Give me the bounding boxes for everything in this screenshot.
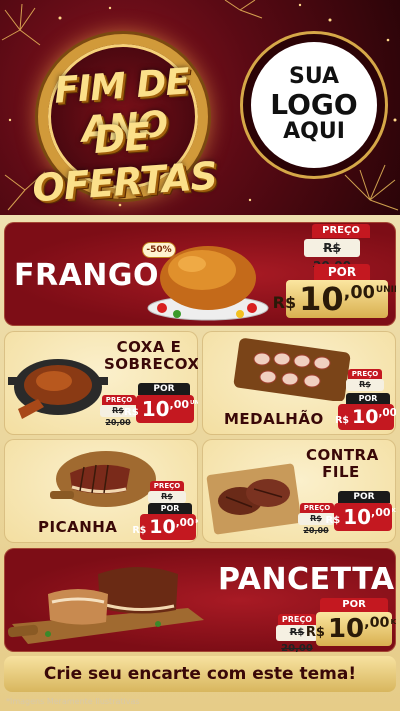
product-name-line-2: SOBRECOXA xyxy=(104,355,198,374)
title-line-2: DE OFERTAS xyxy=(30,114,219,211)
label-por: POR xyxy=(138,383,190,395)
disclaimer-text: *Imagens Meramente Ilustrativas xyxy=(6,697,140,706)
price-integer: 10 xyxy=(141,397,170,421)
price-cents: ,00 xyxy=(343,283,375,303)
price-tag-coxa: POR PREÇO R$ 20,00 R$ 10 ,00 UNID xyxy=(100,383,198,433)
medallions-board-image xyxy=(233,338,351,401)
price-cents: ,00 xyxy=(175,517,195,529)
product-card-contra-file: CONTRA FILE POR PREÇO R$ 20,00 R$ 10 ,00… xyxy=(202,439,396,543)
steaks-board-image xyxy=(206,463,302,535)
product-card-medalhao: MEDALHÃO PREÇO R$ 20,00 POR R$ 10 ,00 xyxy=(202,331,396,435)
logo-text-3: AQUI xyxy=(283,119,345,145)
price-cents: ,00 xyxy=(364,615,390,631)
product-name-line-1: CONTRA xyxy=(306,446,379,464)
product-name: PICANHA xyxy=(38,518,118,536)
product-name: PANCETTA xyxy=(218,562,395,597)
label-preco: PREÇO xyxy=(102,395,136,405)
currency-symbol: R$ xyxy=(305,624,325,640)
current-price: R$ 10 ,00 UNID xyxy=(124,395,198,423)
currency-symbol: R$ xyxy=(325,514,341,526)
product-name-line-1: COXA E xyxy=(116,338,182,356)
logo-text-2: LOGO xyxy=(270,87,358,121)
currency-symbol: R$ xyxy=(132,524,147,536)
product-card-pancetta: PANCETTA POR PREÇO R$ 20,00 R$ 10 ,00 KG xyxy=(4,548,396,652)
label-preco: PREÇO xyxy=(300,503,334,513)
label-por: POR xyxy=(314,264,370,280)
price-cents: ,00 xyxy=(371,506,391,519)
label-preco: PREÇO xyxy=(278,614,316,625)
price-tag-medalhao: PREÇO R$ 20,00 POR R$ 10 ,00 xyxy=(335,369,396,433)
price-integer: 10 xyxy=(149,516,176,538)
currency-symbol: R$ xyxy=(124,406,139,418)
old-price: R$ 20,00 xyxy=(148,491,186,513)
current-price: R$ 10 ,00 KG xyxy=(326,503,396,531)
label-preco: PREÇO xyxy=(348,369,382,379)
current-price: R$ 10 ,00 UNID xyxy=(273,280,396,318)
current-price: R$ 10 ,00 xyxy=(335,404,396,430)
old-price: R$ 20,00 xyxy=(346,379,384,401)
product-name: CONTRA FILE xyxy=(306,446,379,482)
current-price: R$ 10 ,00 KG xyxy=(306,612,396,646)
label-por: POR xyxy=(346,393,390,404)
price-integer: 10 xyxy=(299,280,344,318)
label-preco: PREÇO xyxy=(150,481,184,491)
logo-text-1: SUA xyxy=(288,64,340,90)
price-integer: 10 xyxy=(327,614,365,644)
header-banner: FIM DE ANO DE OFERTAS SUA LOGO AQUI xyxy=(0,0,400,215)
cta-banner[interactable]: Crie seu encarte com este tema! xyxy=(4,656,396,692)
label-por: POR xyxy=(320,598,388,612)
logo-placeholder: SUA LOGO AQUI xyxy=(243,34,385,176)
price-unit: KG xyxy=(195,519,198,525)
price-unit: KG xyxy=(390,617,396,626)
price-tag-frango: PREÇO R$ 20,00 POR R$ 10 ,00 UNID xyxy=(273,224,396,322)
chicken-thigh-pan-image xyxy=(8,359,108,419)
price-unit: UNID xyxy=(375,285,396,295)
roast-chicken-image xyxy=(147,246,269,321)
product-card-frango: FRANGO -50% PREÇO R$ 20,00 POR R$ 10 ,00… xyxy=(4,222,396,326)
price-tag-pancetta: POR PREÇO R$ 20,00 R$ 10 ,00 KG xyxy=(276,598,396,652)
label-preco: PREÇO xyxy=(312,224,370,238)
price-tag-picanha: PREÇO R$ 20,00 POR R$ 10 ,00 KG xyxy=(132,481,198,541)
product-name: FRANGO xyxy=(14,258,160,293)
label-por: POR xyxy=(338,491,390,503)
product-card-coxa: COXA E SOBRECOXA POR PREÇO R$ 20,00 R$ 1… xyxy=(4,331,198,435)
currency-symbol: R$ xyxy=(272,292,297,312)
product-name-line-2: FILE xyxy=(322,463,360,482)
current-price: R$ 10 ,00 KG xyxy=(132,514,198,540)
price-integer: 10 xyxy=(352,406,379,428)
product-name: MEDALHÃO xyxy=(224,410,324,428)
price-tag-contra-file: POR PREÇO R$ 20,00 R$ 10 ,00 KG xyxy=(298,491,396,541)
currency-symbol: R$ xyxy=(335,414,349,426)
campaign-title: FIM DE ANO DE OFERTAS xyxy=(8,26,238,210)
product-name: COXA E SOBRECOXA xyxy=(104,338,198,374)
label-por: POR xyxy=(148,503,192,514)
price-unit: KG xyxy=(391,508,396,514)
product-card-picanha: PICANHA PREÇO R$ 20,00 POR R$ 10 ,00 KG xyxy=(4,439,198,543)
price-cents: ,00 xyxy=(169,398,190,411)
price-integer: 10 xyxy=(343,505,372,529)
price-cents: ,00 xyxy=(378,407,396,419)
old-price: R$ 20,00 xyxy=(304,239,360,273)
price-unit: UNID xyxy=(190,400,198,406)
pancetta-board-image xyxy=(8,567,204,644)
